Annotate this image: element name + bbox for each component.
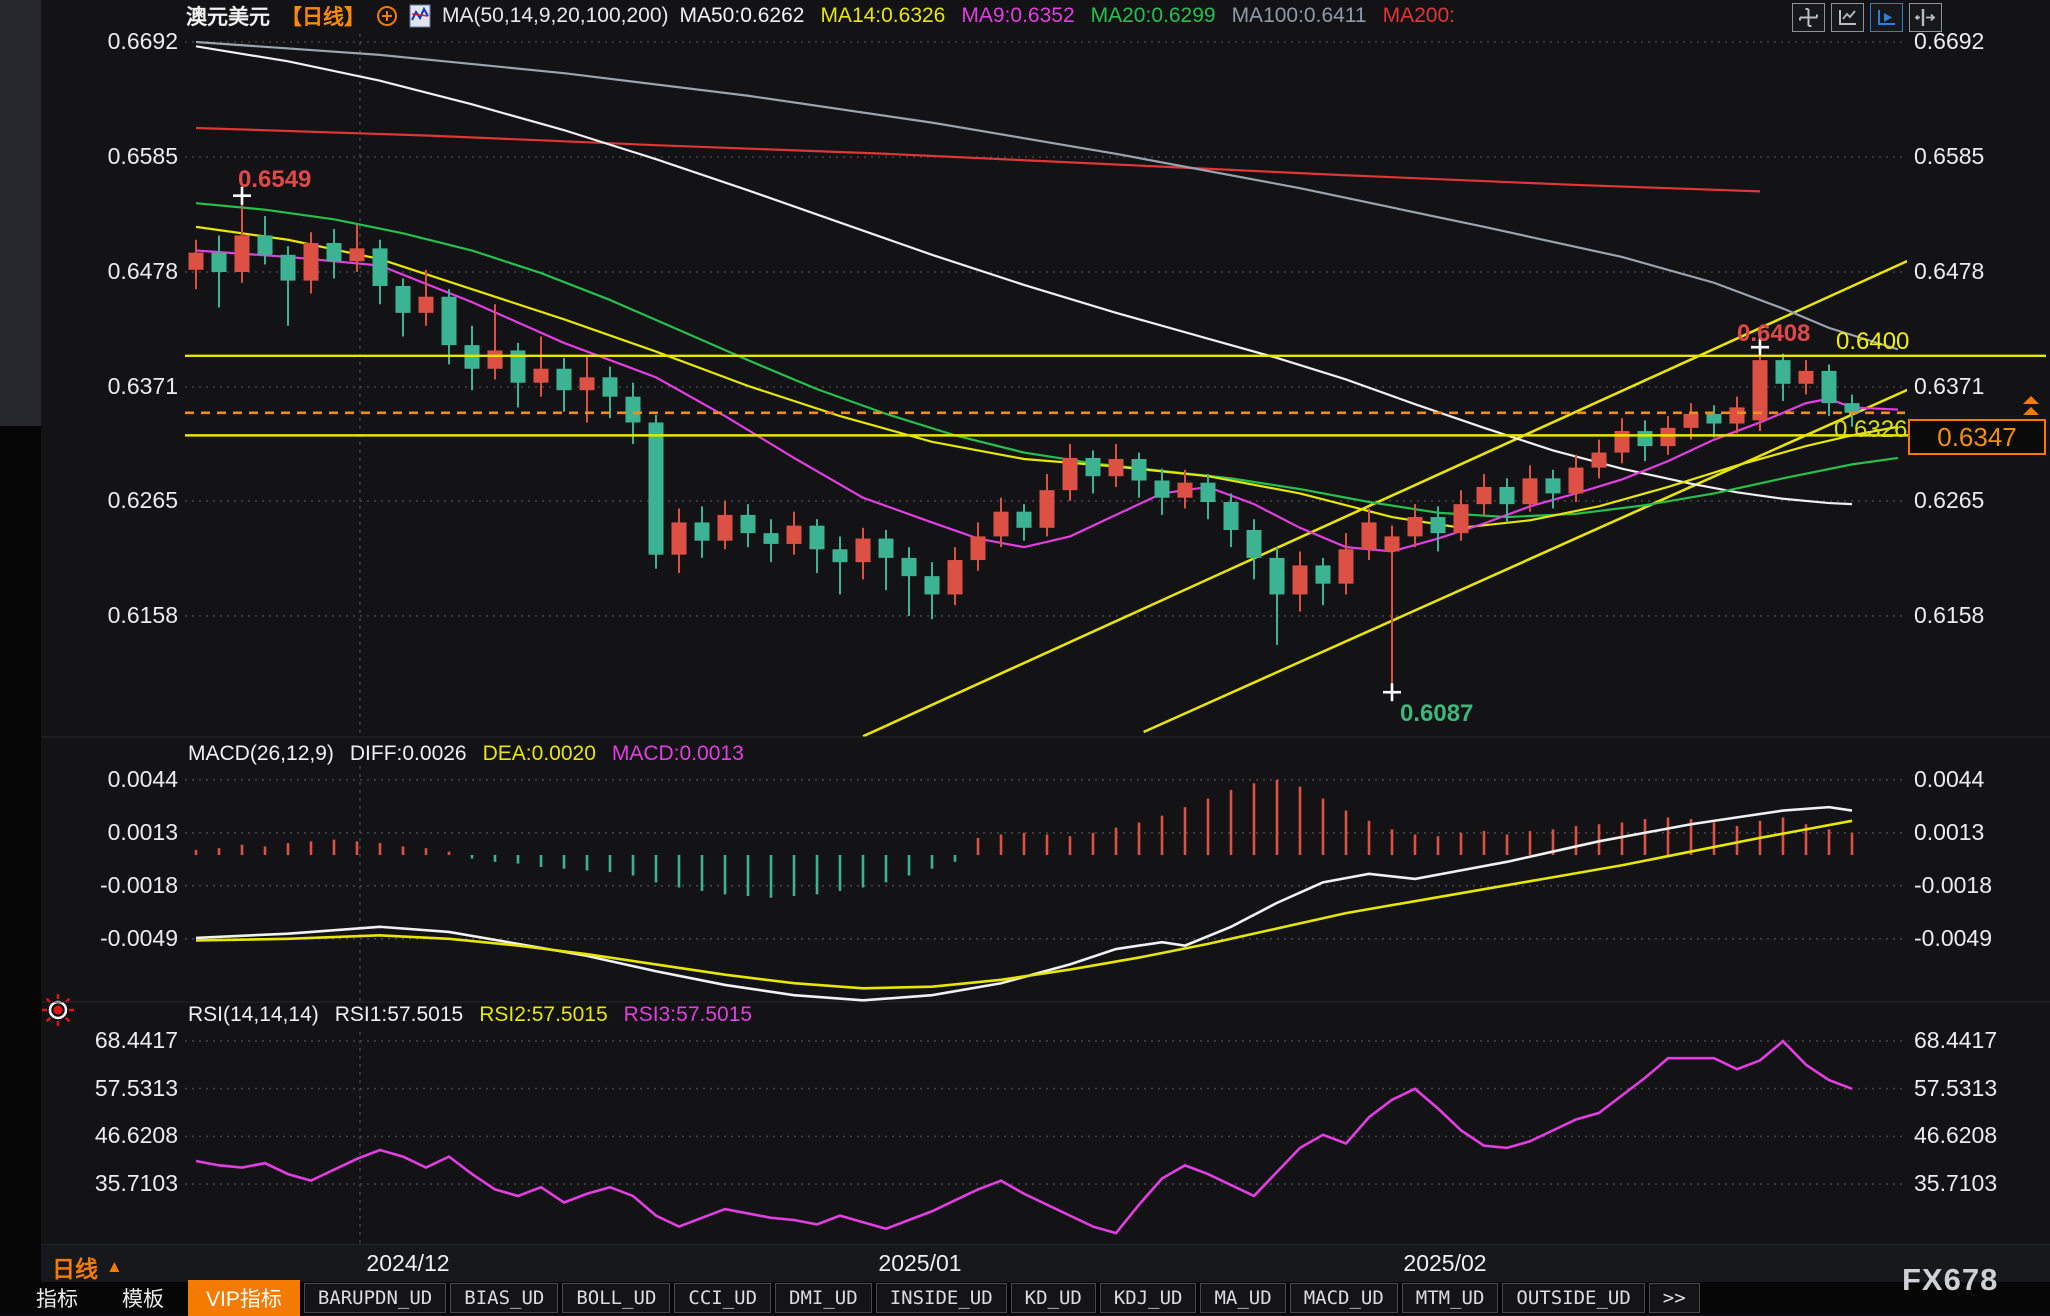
axis-play-icon[interactable] xyxy=(1870,3,1903,32)
price-tick-left: 0.6478 xyxy=(58,258,178,285)
macd-panel[interactable] xyxy=(185,766,1905,1002)
rsi-tick-left: 57.5313 xyxy=(58,1075,178,1102)
axis-scale-icon[interactable] xyxy=(1831,3,1864,32)
swing-high-label-nov: 0.6549 xyxy=(238,166,311,194)
indicator-tab-inside_ud[interactable]: INSIDE_UD xyxy=(876,1283,1007,1313)
indicator-tab-barupdn_ud[interactable]: BARUPDN_UD xyxy=(304,1283,446,1313)
indicator-chart-icon[interactable] xyxy=(409,4,431,28)
chart-canvas[interactable] xyxy=(0,0,2050,1314)
left-sidebar-lower xyxy=(0,426,41,1314)
macd-tick-right: 0.0044 xyxy=(1914,766,2046,793)
resistance-line-label: 0.6400 xyxy=(1836,328,1909,356)
watermark-logo: FX678 xyxy=(1902,1262,1998,1298)
rsi1-value: RSI1:57.5015 xyxy=(335,1003,463,1027)
indicator-tab-dmi_ud[interactable]: DMI_UD xyxy=(775,1283,872,1313)
alert-blink-icon[interactable] xyxy=(42,994,74,1026)
indicator-tab-boll_ud[interactable]: BOLL_UD xyxy=(562,1283,670,1313)
left-sidebar xyxy=(0,0,41,426)
rsi-tick-right: 57.5313 xyxy=(1914,1075,2046,1102)
main-chart-panel[interactable] xyxy=(185,34,1921,736)
rsi-tick-left: 68.4417 xyxy=(58,1027,178,1054)
scroll-to-latest-arrows[interactable] xyxy=(2021,395,2041,422)
add-compare-icon[interactable] xyxy=(376,5,398,27)
indicator-tab-[interactable]: 模板 xyxy=(102,1283,184,1313)
macd-tick-left: -0.0018 xyxy=(58,872,178,899)
ma-value: MA200: xyxy=(1383,4,1455,28)
triangle-up-icon: ▲ xyxy=(106,1257,123,1277)
macd-panel-header: MACD(26,12,9) DIFF:0.0026 DEA:0.0020 MAC… xyxy=(188,742,744,766)
macd-title: MACD(26,12,9) xyxy=(188,742,334,766)
indicator-tab-[interactable]: 指标 xyxy=(16,1283,98,1313)
price-tick-right: 0.6265 xyxy=(1914,487,2046,514)
price-tick-right: 0.6692 xyxy=(1914,28,2046,55)
x-axis-date-2: 2025/01 xyxy=(850,1250,990,1277)
overlay-markers xyxy=(233,187,1769,702)
rsi-title: RSI(14,14,14) xyxy=(188,1003,319,1027)
indicator-tab-kdj_ud[interactable]: KDJ_UD xyxy=(1100,1283,1197,1313)
ma-value: MA14:0.6326 xyxy=(820,4,945,28)
price-tick-left: 0.6265 xyxy=(58,487,178,514)
rsi-tick-right: 46.6208 xyxy=(1914,1122,2046,1149)
indicator-tab-mtm_ud[interactable]: MTM_UD xyxy=(1402,1283,1499,1313)
macd-dea-value: DEA:0.0020 xyxy=(483,742,596,766)
indicator-tab-vip[interactable]: VIP指标 xyxy=(188,1280,300,1316)
macd-tick-left: 0.0013 xyxy=(58,819,178,846)
swing-high-label-feb: 0.6408 xyxy=(1737,320,1810,348)
ma-values: MA50:0.6262 MA14:0.6326 MA9:0.6352 MA20:0.6… xyxy=(680,4,1455,28)
rsi-tick-left: 46.6208 xyxy=(58,1122,178,1149)
indicator-tab-macd_ud[interactable]: MACD_UD xyxy=(1290,1283,1398,1313)
macd-diff-value: DIFF:0.0026 xyxy=(350,742,467,766)
price-tick-left: 0.6371 xyxy=(58,373,178,400)
indicator-tab-cci_ud[interactable]: CCI_UD xyxy=(674,1283,771,1313)
macd-tick-right: -0.0049 xyxy=(1914,925,2046,952)
indicator-tab-bias_ud[interactable]: BIAS_UD xyxy=(450,1283,558,1313)
rsi2-value: RSI2:57.5015 xyxy=(479,1003,607,1027)
price-tick-right: 0.6158 xyxy=(1914,602,2046,629)
price-tick-right: 0.6478 xyxy=(1914,258,2046,285)
chart-header: 澳元美元 【日线】 MA(50,14,9,20,100,200) MA50:0.… xyxy=(186,2,1455,30)
current-price-tag: 0.6347 xyxy=(1908,419,2046,455)
ma-value: MA20:0.6299 xyxy=(1091,4,1216,28)
price-tick-left: 0.6692 xyxy=(58,28,178,55)
period-tag: 【日线】 xyxy=(281,1,365,31)
rsi-tick-right: 35.7103 xyxy=(1914,1170,2046,1197)
symbol-name: 澳元美元 xyxy=(186,1,270,31)
pane-resize-icon[interactable] xyxy=(1909,3,1942,32)
price-tick-right: 0.6585 xyxy=(1914,143,2046,170)
ma-value: MA100:0.6411 xyxy=(1232,4,1367,28)
macd-macd-value: MACD:0.0013 xyxy=(612,742,744,766)
x-axis-date-3: 2025/02 xyxy=(1375,1250,1515,1277)
indicator-tab-outside_ud[interactable]: OUTSIDE_UD xyxy=(1502,1283,1644,1313)
support-line-label: 0.6326 xyxy=(1834,416,1907,444)
chart-toolbar-top-right xyxy=(1792,3,1942,32)
indicator-toolbar: 指标模板VIP指标BARUPDN_UDBIAS_UDBOLL_UDCCI_UDD… xyxy=(0,1282,2050,1314)
price-tick-left: 0.6585 xyxy=(58,143,178,170)
rsi-panel[interactable] xyxy=(185,1032,1905,1243)
ma-line-ma200 xyxy=(196,128,1760,191)
ma-value: MA50:0.6262 xyxy=(680,4,805,28)
macd-tick-left: 0.0044 xyxy=(58,766,178,793)
macd-tick-right: -0.0018 xyxy=(1914,872,2046,899)
macd-tick-right: 0.0013 xyxy=(1914,819,2046,846)
period-selector[interactable]: 日线 ▲ xyxy=(52,1250,123,1284)
ma-line-ma20 xyxy=(196,203,1898,517)
indicator-tab-kd_ud[interactable]: KD_UD xyxy=(1011,1283,1096,1313)
price-tick-left: 0.6158 xyxy=(58,602,178,629)
ma-settings-label: MA(50,14,9,20,100,200) xyxy=(442,4,669,28)
layout-grid-icon[interactable] xyxy=(1792,3,1825,32)
x-axis-date-1: 2024/12 xyxy=(338,1250,478,1277)
indicator-tab-ma_ud[interactable]: MA_UD xyxy=(1200,1283,1285,1313)
rsi-tick-right: 68.4417 xyxy=(1914,1027,2046,1054)
macd-tick-left: -0.0049 xyxy=(58,925,178,952)
indicator-tab->>[interactable]: >> xyxy=(1649,1283,1700,1313)
rsi-panel-header: RSI(14,14,14) RSI1:57.5015 RSI2:57.5015 … xyxy=(188,1003,752,1027)
ma-value: MA9:0.6352 xyxy=(961,4,1074,28)
swing-low-label: 0.6087 xyxy=(1400,700,1473,728)
rsi3-value: RSI3:57.5015 xyxy=(624,1003,752,1027)
period-selector-label: 日线 xyxy=(52,1250,98,1284)
rsi-tick-left: 35.7103 xyxy=(58,1170,178,1197)
